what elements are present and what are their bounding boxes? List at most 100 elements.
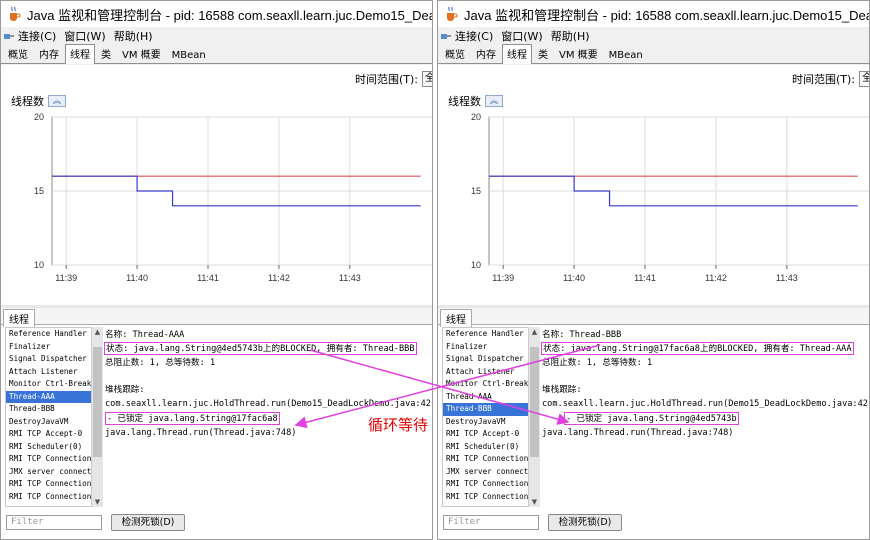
thread-list-item[interactable]: Thread-BBB [443, 403, 539, 416]
tab-classes[interactable]: 类 [96, 44, 116, 63]
thread-list-item[interactable]: Thread-AAA [443, 391, 539, 404]
menu-connect[interactable]: 连接(C) [3, 28, 56, 44]
window-title: Java 监视和管理控制台 - pid: 16588 com.seaxll.le… [464, 7, 869, 23]
scroll-up-icon[interactable]: ▲ [530, 328, 539, 336]
tab-vm-summary[interactable]: VM 概要 [117, 44, 166, 63]
filter-input[interactable]: Filter [6, 515, 102, 530]
y-tick-label: 20 [471, 112, 481, 122]
threads-subtab[interactable]: 线程 [3, 309, 35, 327]
tab-memory[interactable]: 内存 [34, 44, 64, 63]
thread-list: Reference Handler Finalizer Signal Dispatc… [5, 327, 103, 507]
thread-list-item[interactable]: RMI TCP Connection [6, 491, 102, 504]
thread-count-chart: 10 15 20 11:39 11:40 11:41 11:42 11:43 [444, 107, 869, 301]
detail-counts: 总阻止数: 1, 总等待数: 1 [542, 358, 653, 368]
y-tick-label: 15 [471, 186, 481, 196]
thread-list-item[interactable]: RMI Scheduler(0) [443, 441, 539, 454]
jconsole-window-left: Java 监视和管理控制台 - pid: 16588 com.seaxll.le… [0, 0, 433, 540]
thread-list-item[interactable]: RMI TCP Accept-0 [443, 428, 539, 441]
scroll-down-icon[interactable]: ▼ [530, 498, 539, 506]
time-range-label: 时间范围(T): [791, 73, 855, 86]
detail-name: 名称: Thread-AAA [105, 330, 185, 340]
menu-help-label: 帮助(H) [113, 30, 153, 43]
collapse-chevron-icon[interactable]: ︽ [485, 95, 503, 107]
x-tick-label: 11:42 [268, 273, 290, 283]
title-bar: Java 监视和管理控制台 - pid: 16588 com.seaxll.le… [1, 1, 432, 27]
collapse-chevron-icon[interactable]: ︽ [48, 95, 66, 107]
tab-threads[interactable]: 线程 [502, 44, 532, 64]
time-range-select[interactable]: 全 [859, 71, 869, 87]
menu-connect[interactable]: 连接(C) [440, 28, 493, 44]
thread-tab-bar: 线程 [1, 308, 432, 327]
x-tick-label: 11:41 [197, 273, 219, 283]
circular-wait-annotation: 循环等待 [368, 416, 429, 434]
scroll-up-icon[interactable]: ▲ [93, 328, 102, 336]
threads-subtab[interactable]: 线程 [440, 309, 472, 327]
menu-bar: 连接(C) 窗口(W) 帮助(H) [438, 27, 869, 45]
thread-list-item[interactable]: Finalizer [443, 341, 539, 354]
detail-locked: - 已锁定 java.lang.String@4ed5743b [564, 412, 739, 425]
main-tab-bar: 概览 内存 线程 类 VM 概要 MBean [1, 44, 432, 64]
scroll-down-icon[interactable]: ▼ [93, 498, 102, 506]
thread-list-item[interactable]: Thread-BBB [6, 403, 102, 416]
menu-help[interactable]: 帮助(H) [114, 28, 153, 44]
chart-svg: 10 15 20 11:39 11:40 11:41 11:42 11:43 [34, 112, 432, 283]
detail-stack-title: 堆栈跟踪: [542, 385, 582, 395]
thread-list-item[interactable]: Monitor Ctrl-Break [443, 378, 539, 391]
thread-detail: 名称: Thread-BBB 状态: java.lang.String@17fa… [541, 327, 869, 527]
main-tab-bar: 概览 内存 线程 类 VM 概要 MBean [438, 44, 869, 64]
tab-memory[interactable]: 内存 [471, 44, 501, 63]
y-tick-label: 20 [34, 112, 44, 122]
tab-classes[interactable]: 类 [533, 44, 553, 63]
java-cup-icon [447, 6, 458, 21]
thread-list-item[interactable]: Thread-AAA [6, 390, 102, 403]
thread-list-item[interactable]: JMX server connect [443, 466, 539, 479]
time-range-select[interactable]: 全 [422, 71, 432, 87]
menu-window-label: 窗口(W) [64, 30, 106, 43]
time-range: 时间范围(T): 全 [791, 71, 869, 87]
filter-input[interactable]: Filter [443, 515, 539, 530]
thread-list-item[interactable]: Signal Dispatcher [443, 353, 539, 366]
thread-list-item[interactable]: Reference Handler [6, 328, 102, 341]
thread-list-item[interactable]: Attach Listener [443, 366, 539, 379]
thread-list-item[interactable]: RMI TCP Connection [443, 478, 539, 491]
thread-list-item[interactable]: RMI Scheduler(0) [6, 441, 102, 454]
tab-mbean[interactable]: MBean [604, 48, 648, 63]
connect-icon [4, 34, 14, 39]
x-tick-label: 11:40 [126, 273, 148, 283]
tab-vm-summary[interactable]: VM 概要 [554, 44, 603, 63]
thread-list-item[interactable]: Monitor Ctrl-Break [6, 378, 102, 391]
menu-help[interactable]: 帮助(H) [551, 28, 590, 44]
detail-stack-title: 堆栈跟踪: [105, 385, 145, 395]
tab-overview[interactable]: 概览 [3, 44, 33, 63]
detail-state: 状态: java.lang.String@17fac6a8上的BLOCKED, … [541, 342, 854, 355]
tab-threads[interactable]: 线程 [65, 44, 95, 64]
scroll-thumb[interactable] [530, 347, 539, 457]
tab-mbean[interactable]: MBean [167, 48, 211, 63]
detail-locked: - 已锁定 java.lang.String@17fac6a8 [105, 412, 280, 425]
detail-frame-1: com.seaxll.learn.juc.HoldThread.run(Demo… [105, 399, 433, 409]
thread-list-item[interactable]: RMI TCP Connection [6, 478, 102, 491]
thread-list-item[interactable]: RMI TCP Connection [6, 453, 102, 466]
threads-panel: 时间范围(T): 全 线程数 ︽ 10152011:3911:4011:4111… [438, 65, 869, 539]
thread-list-item[interactable]: RMI TCP Accept-0 [6, 428, 102, 441]
scroll-thumb[interactable] [93, 347, 102, 457]
thread-list-item[interactable]: RMI TCP Connection [443, 453, 539, 466]
y-tick-label: 10 [471, 260, 481, 270]
thread-list-scrollbar[interactable]: ▲ ▼ [528, 327, 540, 507]
thread-list-item[interactable]: JMX server connect [6, 466, 102, 479]
thread-list-item[interactable]: Reference Handler [443, 328, 539, 341]
thread-list-item[interactable]: Finalizer [6, 341, 102, 354]
menu-window[interactable]: 窗口(W) [501, 28, 542, 44]
tab-overview[interactable]: 概览 [440, 44, 470, 63]
thread-list-scrollbar[interactable]: ▲ ▼ [91, 327, 103, 507]
thread-list-item[interactable]: Signal Dispatcher [6, 353, 102, 366]
thread-list: Reference Handler Finalizer Signal Dispatc… [442, 327, 540, 507]
thread-list-item[interactable]: DestroyJavaVM [443, 416, 539, 429]
thread-list-item[interactable]: RMI TCP Connection [443, 491, 539, 504]
menu-window[interactable]: 窗口(W) [64, 28, 105, 44]
thread-list-item[interactable]: DestroyJavaVM [6, 416, 102, 429]
x-tick-label: 11:41 [634, 273, 656, 283]
menu-connect-label: 连接(C) [18, 30, 57, 43]
thread-list-item[interactable]: Attach Listener [6, 366, 102, 379]
x-tick-label: 11:42 [705, 273, 727, 283]
